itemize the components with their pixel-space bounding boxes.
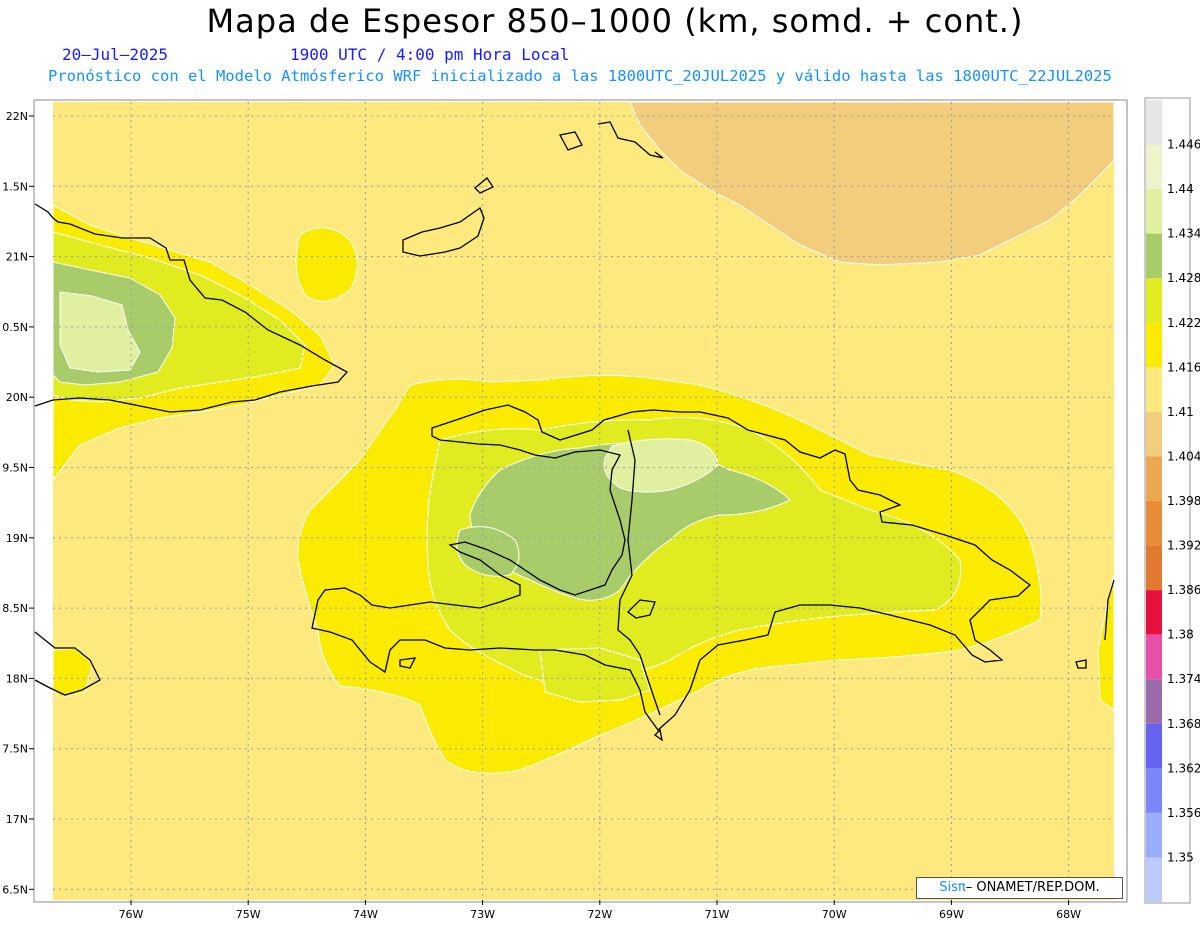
colorbar-label: 1.38 bbox=[1167, 628, 1194, 642]
colorbar-swatch bbox=[1146, 144, 1162, 190]
colorbar-swatch bbox=[1146, 411, 1162, 457]
colorbar-label: 1.35 bbox=[1167, 850, 1194, 864]
colorbar-swatch bbox=[1146, 367, 1162, 412]
colorbar-label: 1.374 bbox=[1167, 672, 1200, 686]
colorbar-label: 1.422 bbox=[1167, 316, 1200, 330]
colorbar-swatch bbox=[1146, 189, 1162, 234]
lon-label-74w: 74W bbox=[353, 908, 378, 921]
lon-label-76w: 76W bbox=[119, 908, 144, 921]
colorbar-label: 1.392 bbox=[1167, 539, 1200, 553]
colorbar-label: 1.398 bbox=[1167, 494, 1200, 508]
lon-label-75w: 75W bbox=[236, 908, 261, 921]
colorbar-swatch bbox=[1146, 456, 1162, 501]
credit-brand: Sis bbox=[939, 880, 958, 895]
yellow-fill-cay bbox=[295, 227, 358, 302]
colorbar-label: 1.368 bbox=[1167, 717, 1200, 731]
colorbar-label: 1.386 bbox=[1167, 583, 1200, 597]
colorbar-swatch bbox=[1146, 590, 1162, 635]
colorbar-label: 1.416 bbox=[1167, 360, 1200, 374]
lat-label-1: 1.5N bbox=[2, 180, 28, 193]
thickness-shading bbox=[52, 101, 1115, 900]
colorbar-label: 1.446 bbox=[1167, 138, 1200, 152]
lon-label-72w: 72W bbox=[587, 908, 612, 921]
lon-label-68w: 68W bbox=[1056, 908, 1081, 921]
lat-label-0: 22N bbox=[6, 110, 28, 123]
colorbar-swatch bbox=[1146, 545, 1162, 591]
thickness-map: 76W 75W 74W 73W 72W 71W 70W 69W 68W 22N 1.5N 21N 0.5… bbox=[2, 97, 1200, 921]
colorbar-swatch bbox=[1146, 278, 1162, 323]
colorbar-swatch bbox=[1146, 233, 1162, 279]
credit-text: – ONAMET/REP.DOM. bbox=[965, 880, 1100, 895]
colorbar-swatch bbox=[1146, 501, 1162, 546]
colorbar: 1.446 1.44 1.434 1.428 1.422 1.416 1.41 1.404 1.… bbox=[1144, 97, 1200, 904]
colorbar-swatch bbox=[1146, 634, 1162, 680]
colorbar-label: 1.362 bbox=[1167, 761, 1200, 775]
credit-label: Sisπ– ONAMET/REP.DOM. bbox=[916, 877, 1123, 899]
colorbar-label: 1.434 bbox=[1167, 227, 1200, 241]
colorbar-swatch bbox=[1146, 322, 1162, 368]
colorbar-swatch bbox=[1146, 723, 1162, 769]
colorbar-label: 1.404 bbox=[1167, 449, 1200, 463]
colorbar-swatch bbox=[1146, 679, 1162, 724]
lon-label-70w: 70W bbox=[822, 908, 847, 921]
colorbar-label: 1.356 bbox=[1167, 806, 1200, 820]
lat-label-2: 21N bbox=[6, 251, 28, 264]
lat-label-3: 0.5N bbox=[2, 321, 28, 334]
lon-label-73w: 73W bbox=[470, 908, 495, 921]
lat-label-6: 19N bbox=[6, 532, 28, 545]
colorbar-swatch bbox=[1146, 768, 1162, 813]
pi-symbol: π bbox=[957, 880, 966, 895]
colorbar-swatch bbox=[1146, 100, 1162, 145]
colorbar-swatch bbox=[1146, 812, 1162, 858]
lat-label-4: 20N bbox=[6, 391, 28, 404]
colorbar-label: 1.41 bbox=[1167, 405, 1194, 419]
colorbar-label: 1.44 bbox=[1167, 182, 1194, 196]
lon-label-71w: 71W bbox=[705, 908, 730, 921]
colorbar-swatch bbox=[1146, 857, 1162, 902]
lon-label-69w: 69W bbox=[939, 908, 964, 921]
lat-label-10: 17N bbox=[6, 813, 28, 826]
lat-label-9: 7.5N bbox=[2, 743, 28, 756]
colorbar-label: 1.428 bbox=[1167, 271, 1200, 285]
lat-label-8: 18N bbox=[6, 672, 28, 685]
lat-label-7: 8.5N bbox=[2, 602, 28, 615]
lat-label-5: 9.5N bbox=[2, 462, 28, 475]
lat-label-11: 6.5N bbox=[2, 883, 28, 896]
